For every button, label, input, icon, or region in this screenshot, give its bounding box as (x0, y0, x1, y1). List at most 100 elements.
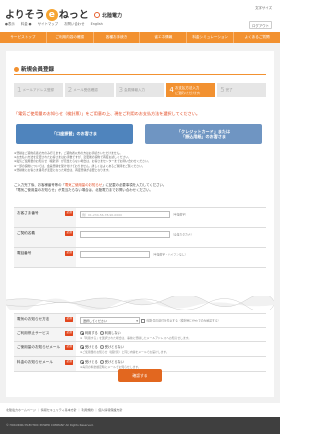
form-row-notify: 電気のお知らせ方法 必須 選択してください (検針票の送付を停止する（検針時にWe… (14, 314, 266, 328)
field-value: 選択してください (検針票の送付を停止する（検針時にWebでのみ確認する） (76, 314, 266, 327)
footer-copyright: © HOKURIKU ELECTRIC POWER COMPANY All Ri… (0, 417, 280, 434)
field-value: 受けとる 受けとらない ※毎月の料金確定時にメールでお知らせします。 (76, 357, 266, 371)
field-note: ※ご使用量のお知らせ（検針票）と同じ内容をメールでお届けします。 (80, 349, 169, 354)
step-sub-label: (ご選択いただけます) (174, 91, 201, 95)
step-2: 2 メール受信確認 (64, 83, 114, 97)
field-note: ※「利用する」を選択された場合は、事前に登録したメールアドレスへお知らせします。 (80, 335, 192, 340)
customer-number-input[interactable]: 例）01-234-56-78-90-0000 (80, 211, 170, 218)
note-line: ※登録後にお客さま番号が変更になった場合は、再度登録が必要となります。 (14, 167, 112, 172)
step-number: 1 (17, 86, 22, 94)
notify-method-select[interactable]: 選択してください (80, 317, 140, 325)
checkbox-label: (検針票の送付を停止する（検針時にWebでのみ確認する） (146, 318, 221, 323)
field-label: ご使用量のお知らせメール 必須 (14, 342, 76, 356)
field-label: ご契約名義 必須 (14, 228, 76, 247)
field-label-text: 料金のお知らせメール (17, 360, 53, 364)
service-radio-use[interactable] (80, 331, 84, 335)
header-subnav: ●表示 料金 ● サイトマップ お問い合わせ English (5, 21, 108, 26)
field-label-text: お客さま番号 (17, 211, 39, 215)
nav-item-service-top[interactable]: サービストップ (0, 32, 47, 43)
field-label-text: ご使用量のお知らせメール (17, 345, 61, 349)
nav-item-energy-saving[interactable]: 省エネ情報 (140, 32, 188, 43)
radio-label: 受けとらない (104, 345, 124, 349)
radio-label: 利用する (85, 331, 98, 335)
subnav-item[interactable]: English (91, 22, 103, 26)
step-label: メール受信確認 (73, 87, 98, 92)
required-badge: 必須 (65, 251, 73, 257)
field-value: （半角数字・ハイフンなし） (76, 248, 266, 267)
form-row-phone: 電話番号 必須 （半角数字・ハイフンなし） (14, 248, 266, 268)
field-label-text: 電気のお知らせ方法 (17, 317, 50, 321)
step-number: 5 (220, 86, 225, 94)
bank-transfer-button[interactable]: 「口座振替」のお客さま (16, 124, 133, 144)
step-3: 3 会員情報入力 (115, 83, 165, 97)
required-badge: 必須 (65, 345, 73, 351)
field-value: （全角カタカナ） (76, 228, 266, 247)
credit-card-button[interactable]: 「クレジットカード」または 「振込用紙」のお客さま (145, 124, 262, 144)
intro-text: ご入力完了後、お客様番号等の「 (14, 183, 65, 187)
subnav-item[interactable]: ●表示 (5, 22, 15, 26)
subnav-item[interactable]: お問い合わせ (64, 22, 84, 26)
required-badge: 必須 (65, 231, 73, 237)
main-area: 新規会員登録 1 メールアドレス登録 2 メール受信確認 3 会員情報入力 4 お支払方… (0, 43, 280, 403)
page-title-text: 新規会員登録 (21, 67, 55, 73)
field-hint: （全角カタカナ） (171, 232, 194, 237)
stop-slip-checkbox[interactable] (141, 318, 146, 323)
required-badge: 必須 (65, 331, 73, 337)
content-card: 新規会員登録 1 メールアドレス登録 2 メール受信確認 3 会員情報入力 4 お支払方… (6, 51, 274, 397)
field-label-text: ご契約名義 (17, 231, 35, 235)
radio-label: 受けとらない (104, 360, 124, 364)
field-label: 電気のお知らせ方法 必須 (14, 314, 76, 327)
intro-text: 」に記載の必要事項を入力してください。 (102, 183, 167, 187)
site-logo[interactable]: よりそう e ねっと 北陸電力 (5, 6, 122, 21)
radio-label: 受けとる (85, 360, 98, 364)
radio-label: 受けとる (85, 345, 98, 349)
required-badge: 必須 (65, 317, 73, 323)
progress-steps: 1 メールアドレス登録 2 メール受信確認 3 会員情報入力 4 お支払方法入力 (ご選択… (14, 83, 266, 97)
fee-mail-radio-decline[interactable] (99, 360, 104, 364)
nav-item-usage[interactable]: ご利用内容の確認 (47, 32, 94, 43)
required-badge: 必須 (65, 211, 73, 217)
field-value: 例）01-234-56-78-90-0000 （半角数字） (76, 208, 266, 227)
step-number: 2 (67, 86, 73, 94)
step-1: 1 メールアドレス登録 (14, 83, 63, 97)
company-name: 北陸電力 (102, 12, 123, 19)
step-label: お支払方法入力 (174, 85, 200, 90)
logo-e-mark: e (45, 9, 58, 21)
step-4-current: 4 お支払方法入力 (ご選択いただけます) (166, 83, 216, 97)
form-row-customer-number: お客さま番号 必須 例）01-234-56-78-90-0000 （半角数字） (14, 208, 266, 228)
payment-notice: 「電気ご使用量のお知らせ（検針票）」をご用意の上、現在ご利用のお支払方法を選択し… (14, 111, 200, 116)
nav-item-procedures[interactable]: 各種お手続き (94, 32, 141, 43)
field-hint: （半角数字） (171, 212, 188, 217)
form-row-usage-mail: ご使用量のお知らせメール 必須 受けとる 受けとらない ※ご使用量のお知らせ（検針… (14, 342, 266, 357)
footer-links[interactable]: 北陸電力ホームページ ｜ 情報セキュリティ基本方針 ｜ 利用規約 ｜ 個人情報保… (0, 403, 280, 417)
subnav-item[interactable]: サイトマップ (38, 22, 58, 26)
form-row-contract-name: ご契約名義 必須 （全角カタカナ） (14, 228, 266, 248)
fee-mail-radio-receive[interactable] (80, 360, 84, 364)
field-note: ※毎月の料金確定時にメールでお知らせします。 (80, 364, 141, 369)
usage-mail-radio-receive[interactable] (80, 345, 84, 349)
nav-item-simulation[interactable]: 料金シミュレーション (187, 32, 235, 43)
logout-button[interactable]: ログアウト (249, 21, 272, 29)
radio-label: 利用しない (104, 331, 121, 335)
notes: ※登録はご契約名義の方のみ行えます。ご契約者以外の方はお手続きいただけません。 … (14, 151, 266, 172)
intro-highlight: 電気ご使用量のお知らせ (64, 183, 103, 187)
form-intro: ご入力完了後、お客様番号等の「電気ご使用量のお知らせ」に記載の必要事項を入力して… (14, 183, 266, 193)
field-hint: （半角数字・ハイフンなし） (151, 252, 188, 257)
service-radio-not-use[interactable] (99, 331, 104, 335)
step-label-wrap: お支払方法入力 (ご選択いただけます) (175, 86, 200, 95)
font-size-control[interactable]: 文字サイズ (255, 5, 272, 10)
step-label: メールアドレス登録 (22, 87, 54, 92)
subnav-item[interactable]: 料金 ● (21, 22, 32, 26)
phone-input[interactable] (80, 251, 150, 258)
bank-transfer-label: 「口座振替」のお客さま (51, 131, 98, 137)
field-value: 利用する 利用しない ※「利用する」を選択された場合は、事前に登録したメールアド… (76, 328, 266, 341)
company-logo: 北陸電力 (94, 12, 122, 19)
field-label: 電話番号 必須 (14, 248, 76, 267)
nav-item-faq[interactable]: よくあるご質問 (234, 32, 280, 43)
confirm-button[interactable]: 確認する (118, 369, 162, 382)
field-label: お客さま番号 必須 (14, 208, 76, 227)
usage-mail-radio-decline[interactable] (99, 345, 104, 349)
step-label: 会員情報入力 (124, 87, 146, 92)
contract-name-input[interactable] (80, 231, 170, 238)
form-row-service: ご利用停止サービス 必須 利用する 利用しない ※「利用する」を選択された場合は、… (14, 328, 266, 342)
